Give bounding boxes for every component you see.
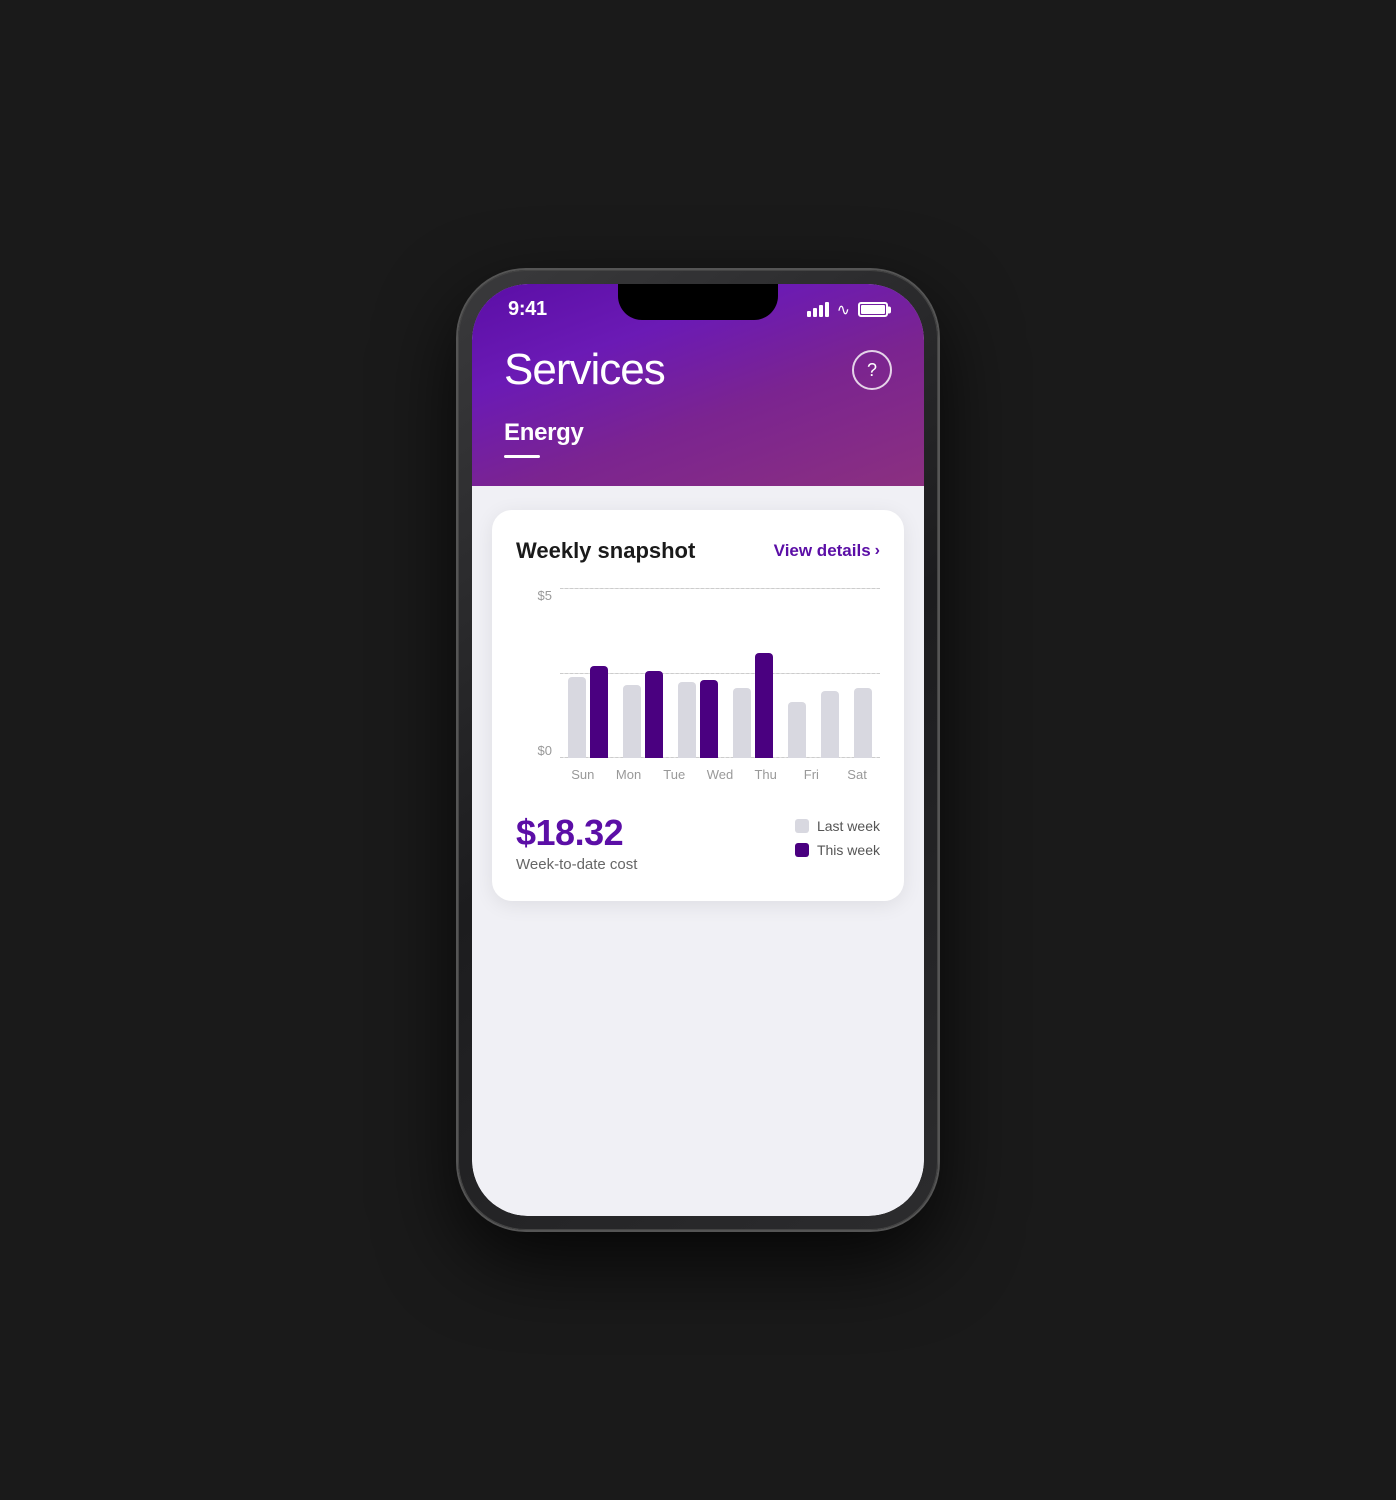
bar-last-week-sun (568, 677, 586, 758)
card-footer: $18.32 Week-to-date cost Last week (516, 812, 880, 873)
x-label-wed: Wed (698, 767, 742, 782)
weekly-snapshot-card: Weekly snapshot View details › $5 $0 (492, 510, 904, 901)
card-header: Weekly snapshot View details › (516, 538, 880, 564)
legend-item-last-week: Last week (795, 818, 880, 834)
battery-icon (858, 302, 888, 317)
bar-group-sat (854, 688, 872, 758)
header-title-row: Services ? (472, 329, 924, 403)
y-label-bottom: $0 (516, 743, 552, 758)
bar-this-week-mon (645, 671, 663, 758)
chart-y-labels: $5 $0 (516, 588, 552, 758)
bars-group (560, 588, 880, 758)
bar-this-week-wed (755, 653, 773, 758)
bar-group-thu (788, 702, 806, 758)
legend-label-last-week: Last week (817, 818, 880, 834)
chevron-right-icon: › (875, 542, 880, 560)
screen: 9:41 ∿ Services (472, 284, 924, 1216)
cost-section: $18.32 Week-to-date cost (516, 812, 637, 873)
phone-wrapper: 9:41 ∿ Services (458, 270, 938, 1230)
view-details-link[interactable]: View details › (774, 541, 880, 561)
cost-amount: $18.32 (516, 812, 637, 854)
x-label-fri: Fri (789, 767, 833, 782)
legend-label-this-week: This week (817, 842, 880, 858)
x-label-sat: Sat (835, 767, 879, 782)
phone-outer: 9:41 ∿ Services (458, 270, 938, 1230)
help-icon: ? (867, 360, 877, 381)
wifi-icon: ∿ (837, 300, 850, 320)
chart-area (560, 588, 880, 758)
y-label-top: $5 (516, 588, 552, 603)
chart-container: $5 $0 (516, 588, 880, 788)
subtitle-underline (504, 455, 540, 458)
x-label-tue: Tue (652, 767, 696, 782)
bar-last-week-mon (623, 685, 641, 758)
bar-group-sun (568, 666, 608, 758)
notch (618, 284, 778, 320)
bar-last-week-thu (788, 702, 806, 758)
x-label-thu: Thu (744, 767, 788, 782)
bar-last-week-fri (821, 691, 839, 758)
bar-last-week-wed (733, 688, 751, 758)
bar-group-mon (623, 671, 663, 758)
bar-group-tue (678, 680, 718, 758)
legend-dot-this-week (795, 843, 809, 857)
cost-label: Week-to-date cost (516, 856, 637, 873)
bar-group-wed (733, 653, 773, 758)
legend-item-this-week: This week (795, 842, 880, 858)
chart-x-labels: SunMonTueWedThuFriSat (560, 760, 880, 788)
x-label-sun: Sun (561, 767, 605, 782)
card-title: Weekly snapshot (516, 538, 695, 564)
bar-this-week-tue (700, 680, 718, 758)
status-icons: ∿ (807, 300, 888, 320)
status-time: 9:41 (508, 298, 547, 321)
phone-inner: 9:41 ∿ Services (472, 284, 924, 1216)
page-title: Services (504, 345, 665, 395)
bar-last-week-sat (854, 688, 872, 758)
bar-group-fri (821, 691, 839, 758)
header-subtitle: Energy (504, 419, 892, 447)
bar-this-week-sun (590, 666, 608, 758)
header-subtitle-row: Energy (472, 403, 924, 486)
legend-dot-last-week (795, 819, 809, 833)
bar-last-week-tue (678, 682, 696, 758)
signal-icon (807, 302, 829, 317)
view-details-label: View details (774, 541, 871, 561)
content-area: Weekly snapshot View details › $5 $0 (472, 486, 924, 1216)
chart-legend: Last week This week (795, 812, 880, 858)
help-button[interactable]: ? (852, 350, 892, 390)
x-label-mon: Mon (607, 767, 651, 782)
